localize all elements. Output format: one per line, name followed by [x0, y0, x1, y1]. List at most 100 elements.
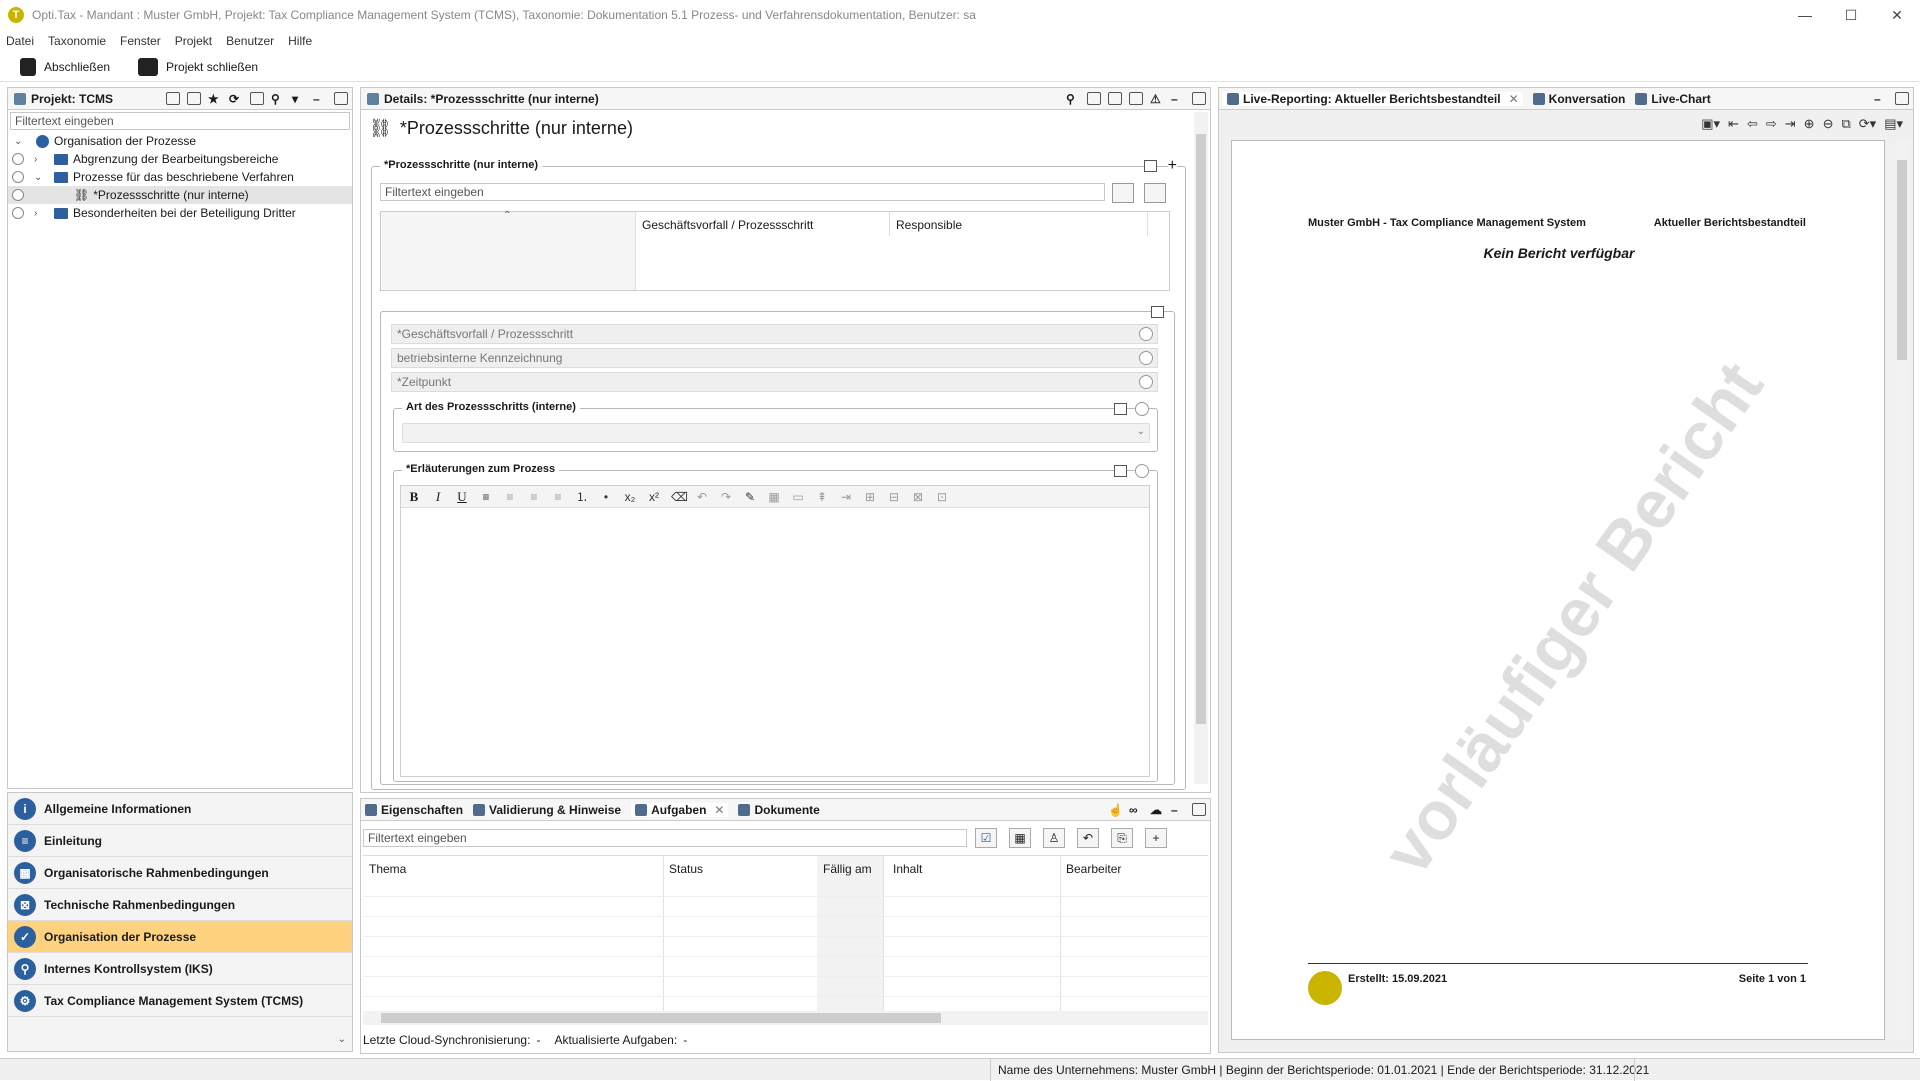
- ordered-list-icon[interactable]: ⒈: [575, 488, 589, 505]
- user-icon[interactable]: ♙: [1043, 828, 1065, 848]
- maximize-panel-icon[interactable]: [334, 92, 348, 105]
- split-cells-icon[interactable]: ⊟: [887, 490, 901, 504]
- align-left-icon[interactable]: ≡: [479, 490, 493, 504]
- column-header[interactable]: Geschäftsvorfall / Prozessschritt: [642, 218, 813, 232]
- collapse-all-icon[interactable]: [166, 92, 180, 105]
- filter-icon[interactable]: ⚲: [271, 92, 285, 106]
- minimize-icon[interactable]: —: [1782, 0, 1828, 30]
- chevron-down-icon[interactable]: ⌄: [34, 172, 42, 183]
- tree-item-prozessschritte[interactable]: ⛓ *Prozessschritte (nur interne): [8, 186, 352, 204]
- insert-row-icon[interactable]: ⇞: [815, 490, 829, 504]
- status-radio[interactable]: [12, 171, 24, 183]
- column-header[interactable]: Responsible: [896, 218, 962, 232]
- status-radio[interactable]: [12, 153, 24, 165]
- refresh-icon[interactable]: ⟳: [229, 92, 243, 106]
- status-circle-icon[interactable]: [1135, 464, 1149, 478]
- check-icon[interactable]: ☑: [975, 828, 997, 848]
- tasks-filter-input[interactable]: Filtertext eingeben: [363, 829, 967, 847]
- star-icon[interactable]: ★: [208, 92, 222, 106]
- last-page-icon[interactable]: ⇥: [1785, 116, 1796, 132]
- tree-item-abgrenzung[interactable]: › Abgrenzung der Bearbeitungsbereiche: [8, 150, 352, 168]
- minimize-panel-icon[interactable]: –: [313, 92, 327, 106]
- lock-button[interactable]: Abschließen: [20, 57, 110, 76]
- superscript-icon[interactable]: x²: [647, 490, 661, 504]
- details-tab[interactable]: Details: *Prozessschritte (nur interne) …: [361, 88, 1210, 110]
- column-header[interactable]: Bearbeiter: [1066, 862, 1121, 876]
- status-circle-icon[interactable]: [1139, 327, 1153, 341]
- add-icon[interactable]: +: [1167, 157, 1177, 175]
- zoom-out-icon[interactable]: ⊖: [1823, 116, 1834, 132]
- menu-fenster[interactable]: Fenster: [120, 34, 161, 48]
- tab-konversation[interactable]: Konversation: [1532, 92, 1625, 106]
- chevron-down-icon[interactable]: ⌄: [14, 136, 22, 147]
- undo-icon[interactable]: ↶: [1077, 828, 1099, 848]
- maximize-panel-icon[interactable]: [1895, 92, 1909, 105]
- nav-tcms[interactable]: ⚙ Tax Compliance Management System (TCMS): [8, 985, 352, 1017]
- next-page-icon[interactable]: ⇨: [1766, 116, 1777, 132]
- column-header[interactable]: Status: [669, 862, 703, 876]
- table-icon[interactable]: ▦: [767, 490, 781, 504]
- maximize-icon[interactable]: ☐: [1828, 0, 1874, 30]
- kennzeichnung-field[interactable]: betriebsinterne Kennzeichnung: [391, 348, 1158, 368]
- italic-icon[interactable]: I: [431, 489, 445, 505]
- status-circle-icon[interactable]: [1139, 351, 1153, 365]
- nav-expand-icon[interactable]: ⌄: [338, 1034, 346, 1045]
- export-icon[interactable]: [250, 92, 264, 105]
- tab-dokumente[interactable]: Dokumente: [738, 803, 820, 817]
- eraser-icon[interactable]: ⌫: [671, 490, 688, 504]
- tab-validierung[interactable]: Validierung & Hinweise: [473, 803, 621, 817]
- prev-page-icon[interactable]: ⇦: [1747, 116, 1758, 132]
- menu-projekt[interactable]: Projekt: [175, 34, 212, 48]
- calendar-icon[interactable]: ▦: [1009, 828, 1031, 848]
- nav-organisation-der-prozesse[interactable]: ✓ Organisation der Prozesse: [8, 921, 352, 953]
- collapse-icon[interactable]: [1151, 306, 1164, 318]
- rich-text-editor[interactable]: B I U ≡ ≡ ≡ ≡ ⒈ • x₂ x² ⌫ ↶ ↷ ✎ ▦ ▭ ⇞ ⇥ …: [400, 485, 1150, 777]
- nav-technische-rahmenbedingungen[interactable]: ⊠ Technische Rahmenbedingungen: [8, 889, 352, 921]
- status-circle-icon[interactable]: [1135, 402, 1149, 416]
- copy-icon[interactable]: ⧉: [1841, 116, 1850, 132]
- collapse-icon[interactable]: [1114, 403, 1127, 415]
- expand-icon[interactable]: [1129, 92, 1143, 105]
- nav-allgemeine-informationen[interactable]: i Allgemeine Informationen: [8, 793, 352, 825]
- table-view-icon[interactable]: [1087, 92, 1101, 105]
- delete-col-icon[interactable]: ⊡: [935, 490, 949, 504]
- report-scrollbar[interactable]: [1895, 140, 1909, 1040]
- details-scrollbar[interactable]: [1194, 112, 1208, 784]
- export-icon[interactable]: ▤▾: [1884, 116, 1903, 132]
- menu-taxonomie[interactable]: Taxonomie: [48, 34, 106, 48]
- zeitpunkt-field[interactable]: *Zeitpunkt: [391, 372, 1158, 392]
- maximize-panel-icon[interactable]: [1192, 803, 1206, 816]
- status-radio[interactable]: [12, 189, 24, 201]
- link-icon[interactable]: ∞: [1129, 803, 1143, 817]
- zoom-in-icon[interactable]: ⊕: [1804, 116, 1815, 132]
- details-filter-input[interactable]: Filtertext eingeben: [380, 183, 1105, 201]
- nav-internes-kontrollsystem[interactable]: ⚲ Internes Kontrollsystem (IKS): [8, 953, 352, 985]
- delete-row-icon[interactable]: ⊠: [911, 490, 925, 504]
- save-icon[interactable]: ▣▾: [1701, 116, 1720, 132]
- image-icon[interactable]: ▭: [791, 490, 805, 504]
- close-tab-icon[interactable]: ✕: [1509, 92, 1519, 106]
- art-select[interactable]: ⌄: [402, 423, 1150, 443]
- edit-icon[interactable]: ✎: [743, 490, 757, 504]
- chevron-right-icon[interactable]: ›: [34, 154, 37, 165]
- pointer-icon[interactable]: ☝: [1108, 803, 1123, 817]
- expand-all-icon[interactable]: [187, 92, 201, 105]
- minimize-panel-icon[interactable]: –: [1171, 803, 1185, 817]
- menu-benutzer[interactable]: Benutzer: [226, 34, 274, 48]
- column-header[interactable]: Fällig am: [823, 862, 872, 876]
- menu-hilfe[interactable]: Hilfe: [288, 34, 312, 48]
- tab-aufgaben[interactable]: Aufgaben ✕: [631, 802, 729, 817]
- tab-live-reporting[interactable]: Live-Reporting: Aktueller Berichtsbestan…: [1223, 91, 1523, 106]
- tab-live-chart[interactable]: Live-Chart: [1635, 92, 1711, 106]
- column-header[interactable]: Thema: [369, 862, 406, 876]
- close-tab-icon[interactable]: ✕: [714, 803, 724, 817]
- close-icon[interactable]: ✕: [1874, 0, 1920, 30]
- tab-eigenschaften[interactable]: Eigenschaften: [365, 803, 463, 817]
- nav-einleitung[interactable]: ≡ Einleitung: [8, 825, 352, 857]
- tree-item-besonderheiten[interactable]: › Besonderheiten bei der Beteiligung Dri…: [8, 204, 352, 222]
- cloud-icon[interactable]: ☁: [1150, 803, 1164, 817]
- close-project-button[interactable]: Projekt schließen: [138, 57, 258, 76]
- tree-item-prozesse[interactable]: ⌄ Prozesse für das beschriebene Verfahre…: [8, 168, 352, 186]
- minimize-panel-icon[interactable]: –: [1171, 92, 1185, 106]
- geschaeftsvorfall-field[interactable]: *Geschäftsvorfall / Prozessschritt: [391, 324, 1158, 344]
